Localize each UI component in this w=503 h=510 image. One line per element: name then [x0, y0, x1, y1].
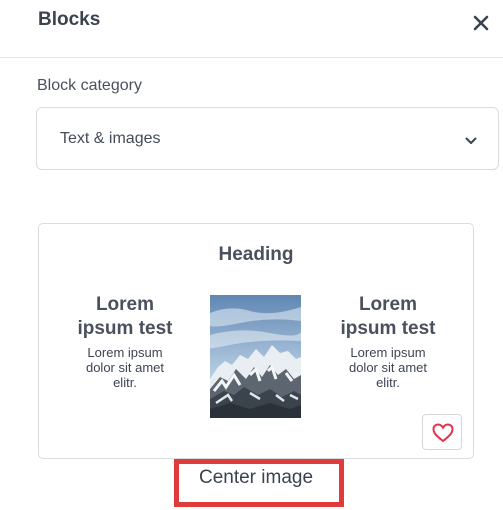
- right-column-title: Lorem ipsum test: [340, 294, 436, 339]
- panel-header: Blocks: [0, 0, 503, 58]
- heart-icon: [432, 423, 454, 443]
- blocks-panel: Blocks Block category Text & images Head…: [0, 0, 503, 510]
- block-category-select[interactable]: Text & images: [36, 107, 499, 170]
- block-category-label: Block category: [37, 77, 142, 94]
- block-preview-card[interactable]: Heading Lorem ipsum test Lorem ipsum dol…: [38, 223, 474, 459]
- close-icon[interactable]: [470, 12, 492, 34]
- right-column-body: Lorem ipsum dolor sit amet elitr.: [348, 345, 428, 390]
- left-column-body: Lorem ipsum dolor sit amet elitr.: [85, 345, 165, 390]
- preview-left-column: Lorem ipsum test Lorem ipsum dolor sit a…: [75, 293, 175, 390]
- panel-title: Blocks: [38, 9, 101, 30]
- left-column-title: Lorem ipsum test: [77, 294, 173, 339]
- block-category-value: Text & images: [60, 130, 161, 147]
- preview-heading: Heading: [218, 244, 294, 265]
- favorite-button[interactable]: [422, 414, 462, 450]
- caption-highlight-box: [174, 459, 344, 507]
- chevron-down-icon: [465, 133, 477, 144]
- preview-right-column: Lorem ipsum test Lorem ipsum dolor sit a…: [338, 293, 438, 390]
- mountain-photo: [207, 295, 301, 418]
